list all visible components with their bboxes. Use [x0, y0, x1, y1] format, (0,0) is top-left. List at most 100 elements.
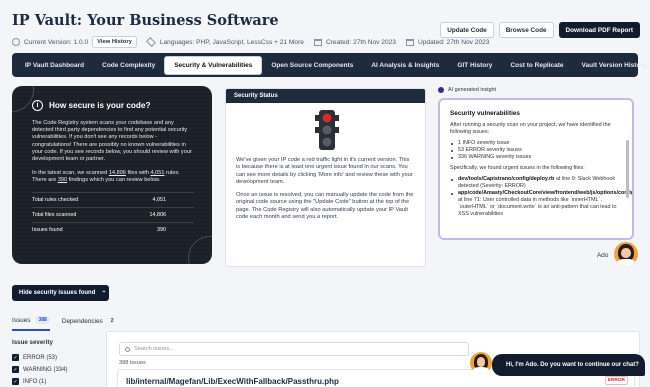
files-link[interactable]: 14,806: [109, 170, 126, 176]
tab-cost-to-replicate[interactable]: Cost to Replicate: [501, 57, 572, 74]
stats-value: 4,051: [152, 196, 167, 203]
header: IP Vault: Your Business Software Current…: [12, 10, 640, 50]
severity-label: INFO (1): [23, 378, 47, 385]
insight-intro: After running a security scan on your pr…: [450, 122, 611, 135]
severity-checkbox[interactable]: ✓ INFO (1): [12, 378, 46, 385]
stats-value: 390: [157, 226, 166, 233]
insight-count-item: 1 INFO severity issue: [450, 140, 620, 147]
chat-prompt[interactable]: Hi, I'm Ado. Do you want to continue our…: [492, 354, 645, 376]
findings-link[interactable]: 390: [58, 177, 67, 183]
tab-code-complexity[interactable]: Code Complexity: [93, 57, 164, 74]
ai-insight-panel[interactable]: Security vulnerabilities After running a…: [438, 98, 634, 240]
tag-icon: [145, 37, 156, 47]
clock-icon: [12, 38, 20, 46]
status-para: Once an issue is resolved, you can manua…: [236, 192, 414, 221]
browse-code-button[interactable]: Browse Code: [498, 22, 554, 38]
stats-label: Total rules checked: [32, 196, 79, 203]
created-info: Created: 27th Nov 2023: [313, 38, 396, 46]
insight-file-item: app/code/Amasty/CheckoutCore/view/fronte…: [450, 190, 632, 218]
insight-files: dev/tools/Capistrano/config/deploy.rb at…: [450, 176, 632, 218]
meta-bar: Current Version: 1.0.0 View History Lang…: [12, 36, 499, 48]
header-actions: Update Code Browse Code Download PDF Rep…: [440, 22, 640, 38]
secure-card-intro: The Code Registry system scans your code…: [32, 120, 192, 163]
chevron-up-icon: ⌃: [101, 290, 107, 297]
assistant-avatar[interactable]: [614, 242, 638, 266]
hide-issues-button[interactable]: Hide security issues found ⌃: [12, 285, 109, 301]
insight-file-detail: at line 71: User controlled data in meth…: [458, 197, 617, 217]
download-pdf-button[interactable]: Download PDF Report: [558, 22, 640, 38]
security-status-card: Security Status We've given your IP code…: [225, 88, 426, 267]
search-placeholder: Search issues...: [134, 346, 174, 352]
tab-dependencies[interactable]: Dependencies 2: [62, 317, 117, 330]
insight-file-path: app/code/Amasty/CheckoutCore/view/fronte…: [458, 190, 634, 196]
secure-card-title: i How secure is your code?: [32, 100, 194, 111]
tab-label: Dependencies: [61, 317, 103, 325]
stats-row: Total files scanned 14,806: [32, 206, 194, 222]
issue-tabs: Issues 388 Dependencies 2: [12, 316, 128, 331]
count-badge: 2: [110, 318, 114, 324]
tab-ai-analysis-insights[interactable]: AI Analysis & Insights: [362, 57, 448, 74]
issues-count: 388 issues: [119, 360, 146, 366]
status-heading: Security Status: [226, 89, 425, 103]
status-para: We've given your IP code a red traffic l…: [236, 157, 413, 185]
traffic-light-icon: [315, 110, 339, 150]
insight-scrollbar[interactable]: [626, 140, 629, 198]
insight-file-path: dev/tools/Capistrano/config/deploy.rb: [458, 176, 555, 182]
summary-text: In the latest scan, we scanned: [32, 170, 109, 177]
info-icon: i: [32, 100, 43, 111]
insight-specific: Specifically, we found urgent issues in …: [450, 165, 585, 171]
tab-security-vulnerabilities[interactable]: Security & Vulnerabilities: [164, 55, 263, 75]
summary-text: findings which you can review below.: [67, 177, 161, 184]
sparkle-icon: [438, 87, 444, 93]
tab-ip-vault-dashboard[interactable]: IP Vault Dashboard: [16, 57, 93, 74]
severity-label: WARNING (334): [23, 366, 68, 373]
checkbox-icon[interactable]: ✓: [12, 354, 19, 361]
tab-git-history[interactable]: GIT History: [448, 57, 501, 74]
severity-badge: ERROR: [604, 376, 628, 385]
severity-title: Issue severity: [12, 339, 53, 346]
summary-text: files with: [125, 170, 151, 177]
stats-row: Issues found 390: [32, 221, 194, 237]
insight-count-item: 53 ERROR severity issues: [450, 147, 620, 154]
languages-info: Languages: PHP, JavaScript, LessCss + 21…: [145, 37, 304, 47]
insight-file-item: dev/tools/Capistrano/config/deploy.rb at…: [450, 176, 620, 190]
secure-card-summary: In the latest scan, we scanned 14,806 fi…: [32, 170, 194, 184]
version-text: Current Version: 1.0.0: [24, 38, 89, 46]
rules-link[interactable]: 4,051: [150, 170, 164, 176]
stats-label: Total files scanned: [32, 211, 77, 218]
ai-insight-label: AI generated insight: [438, 87, 496, 93]
main-nav: IP Vault Dashboard Code Complexity Securit…: [12, 53, 647, 77]
tab-vault-version-history[interactable]: Vault Version History: [573, 57, 650, 74]
created-text: Created: 27th Nov 2023: [325, 38, 396, 46]
stats-label: Issues found: [32, 226, 63, 233]
count-badge: 388: [35, 316, 50, 324]
security-overview-card: i How secure is your code? The Code Regi…: [12, 86, 212, 264]
languages-text: Languages: PHP, JavaScript, LessCss + 21…: [159, 38, 304, 46]
severity-label: ERROR (53): [23, 354, 58, 361]
stats-value: 14,806: [149, 211, 167, 218]
insight-count-item: 336 WARNING severity issues: [450, 154, 620, 161]
tab-label: Issues: [12, 316, 31, 324]
severity-checkbox[interactable]: ✓ ERROR (53): [12, 354, 57, 361]
search-input[interactable]: Search issues...: [119, 342, 469, 356]
tab-issues[interactable]: Issues 388: [12, 316, 50, 331]
updated-info: Updated: 27th Nov 2023: [405, 38, 490, 46]
page-title: IP Vault: Your Business Software: [12, 12, 279, 29]
assistant-name: Ado: [597, 252, 609, 259]
chat-avatar[interactable]: [470, 352, 492, 374]
page: IP Vault: Your Business Software Current…: [0, 0, 650, 387]
insight-title: Security vulnerabilities: [450, 110, 520, 117]
view-history-button[interactable]: View History: [92, 36, 137, 48]
checkbox-icon[interactable]: ✓: [12, 378, 19, 385]
insight-counts: 1 INFO severity issue 53 ERROR severity i…: [450, 140, 620, 161]
hide-issues-label: Hide security issues found: [19, 290, 96, 296]
secure-card-title-text: How secure is your code?: [49, 101, 151, 110]
search-icon: [125, 346, 130, 352]
version-info: Current Version: 1.0.0 View History: [12, 36, 137, 48]
updated-text: Updated: 27th Nov 2023: [417, 38, 490, 46]
scan-stats-table: Total rules checked 4,051 Total files scan…: [32, 191, 194, 237]
update-code-button[interactable]: Update Code: [440, 22, 494, 38]
severity-checkbox[interactable]: ✓ WARNING (334): [12, 366, 67, 373]
checkbox-icon[interactable]: ✓: [12, 366, 19, 373]
tab-open-source-components[interactable]: Open Source Components: [262, 57, 362, 74]
